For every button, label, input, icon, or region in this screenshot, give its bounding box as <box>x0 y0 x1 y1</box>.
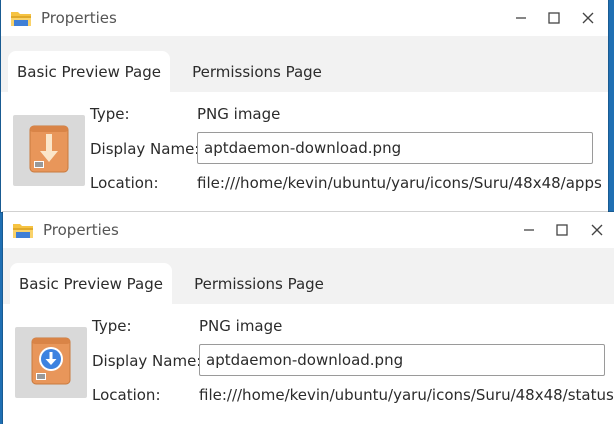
minimize-icon <box>515 12 527 24</box>
window-title: Properties <box>41 9 117 27</box>
display-name-label: Display Name: <box>92 352 202 370</box>
title-bar[interactable]: Properties <box>3 212 614 248</box>
close-icon <box>591 224 603 236</box>
tab-basic-preview-page[interactable]: Basic Preview Page <box>8 51 170 92</box>
location-value: file:///home/kevin/ubuntu/yaru/icons/Sur… <box>199 386 614 404</box>
type-label: Type: <box>90 105 130 123</box>
type-value: PNG image <box>197 105 281 123</box>
basic-preview-panel: Type: PNG image Display Name: Location: … <box>3 304 614 424</box>
maximize-icon <box>556 224 568 236</box>
type-value: PNG image <box>199 317 283 335</box>
minimize-button[interactable] <box>517 218 541 242</box>
package-download-arrow-icon <box>29 125 69 177</box>
maximize-button[interactable] <box>542 6 566 30</box>
tab-bar: Basic Preview Page Permissions Page <box>1 36 608 92</box>
file-preview-thumbnail <box>13 115 85 186</box>
title-bar[interactable]: Properties <box>1 0 608 36</box>
display-name-field[interactable] <box>199 344 605 376</box>
location-label: Location: <box>90 174 159 192</box>
basic-preview-panel: Type: PNG image Display Name: Location: … <box>1 92 608 212</box>
tab-permissions-page[interactable]: Permissions Page <box>181 51 333 92</box>
maximize-icon <box>548 12 560 24</box>
tab-permissions-page[interactable]: Permissions Page <box>183 263 335 304</box>
tab-basic-preview-page[interactable]: Basic Preview Page <box>10 263 172 304</box>
file-preview-thumbnail <box>15 327 87 398</box>
close-button[interactable] <box>585 218 609 242</box>
close-icon <box>582 12 594 24</box>
type-label: Type: <box>92 317 132 335</box>
location-label: Location: <box>92 386 161 404</box>
display-name-label: Display Name: <box>90 140 200 158</box>
folder-icon <box>12 220 34 240</box>
location-value: file:///home/kevin/ubuntu/yaru/icons/Sur… <box>197 174 602 192</box>
properties-window-status: Properties Basic Preview Page Permission… <box>3 212 614 424</box>
close-button[interactable] <box>576 6 600 30</box>
tab-bar: Basic Preview Page Permissions Page <box>3 248 614 304</box>
folder-icon <box>10 8 32 28</box>
package-download-badge-icon <box>31 337 71 389</box>
properties-window-apps: Properties Basic Preview Page Permission… <box>1 0 608 212</box>
display-name-field[interactable] <box>197 132 593 164</box>
minimize-button[interactable] <box>509 6 533 30</box>
window-title: Properties <box>43 221 119 239</box>
maximize-button[interactable] <box>550 218 574 242</box>
minimize-icon <box>523 224 535 236</box>
